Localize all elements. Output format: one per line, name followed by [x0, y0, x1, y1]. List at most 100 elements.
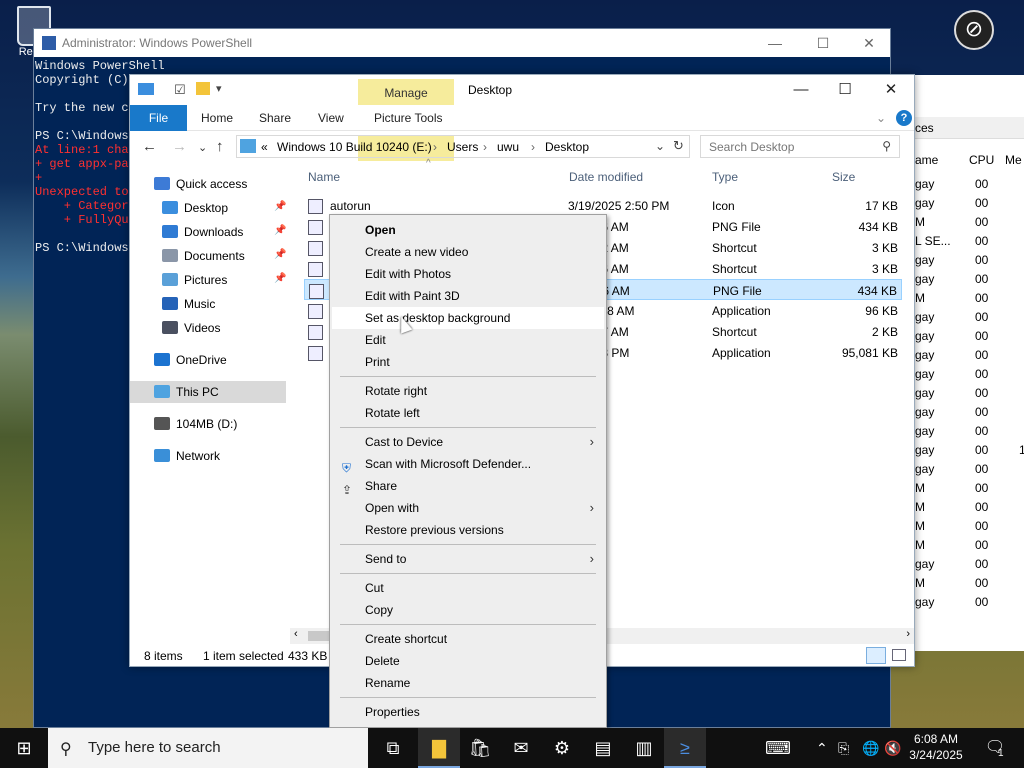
address-bar[interactable]: « Windows 10 Build 10240 (E:) › Users › … [236, 135, 690, 158]
sidebar-item-network[interactable]: Network [154, 445, 220, 467]
scroll-right-icon[interactable]: › [906, 628, 910, 640]
search-input[interactable]: Search Desktop [709, 140, 794, 154]
sidebar-item-onedrive[interactable]: OneDrive [154, 349, 227, 371]
scroll-left-icon[interactable]: ‹ [294, 628, 298, 640]
computer-app-icon[interactable]: ▥ [623, 728, 665, 768]
forward-icon[interactable]: → [172, 138, 187, 155]
action-center-icon[interactable]: 🗨 [974, 728, 1016, 768]
process-row[interactable]: M 00 [913, 213, 1024, 232]
up-icon[interactable]: ↑ [216, 138, 224, 155]
menu-item-edit-with-photos[interactable]: Edit with Photos [332, 263, 604, 285]
menu-item-delete[interactable]: Delete [332, 650, 604, 672]
menu-item-rotate-left[interactable]: Rotate left [332, 402, 604, 424]
process-row[interactable]: gay 00 [913, 175, 1024, 194]
address-dropdown-icon[interactable]: ⌄ [655, 139, 665, 153]
menu-item-edit[interactable]: Edit [332, 329, 604, 351]
menu-item-open-with[interactable]: Open with › [332, 497, 604, 519]
sidebar-item-videos[interactable]: Videos [162, 317, 220, 339]
powershell-taskbar-icon[interactable]: ≥ [664, 728, 706, 768]
network-app-icon[interactable]: ▤ [582, 728, 624, 768]
properties-icon[interactable]: ☑ [174, 82, 186, 98]
help-icon[interactable]: ? [896, 110, 912, 126]
process-row[interactable]: gay 00 [913, 593, 1024, 612]
powershell-titlebar[interactable]: Administrator: Windows PowerShell — ☐ ✕ [34, 29, 890, 57]
process-row[interactable]: M 00 [913, 289, 1024, 308]
task-manager-window[interactable]: ces ame CPU Me gay 00 gay 00 M 00 L SE... 00 gay… [912, 75, 1024, 651]
process-row[interactable]: gay 00 [913, 365, 1024, 384]
pin-icon[interactable]: 📌 [274, 225, 286, 236]
menu-item-create-shortcut[interactable]: Create shortcut [332, 628, 604, 650]
menu-item-share[interactable]: ⇪ Share [332, 475, 604, 497]
pin-icon[interactable]: 📌 [274, 273, 286, 284]
recent-locations-icon[interactable]: ⌄ [198, 141, 207, 154]
minimize-button[interactable]: — [752, 29, 798, 57]
process-row[interactable]: gay 00 [913, 403, 1024, 422]
process-row[interactable]: gay 00 1 [913, 441, 1024, 460]
sidebar-item-pictures[interactable]: Pictures [162, 269, 227, 291]
menu-item-rotate-right[interactable]: Rotate right [332, 380, 604, 402]
process-row[interactable]: M 00 [913, 479, 1024, 498]
tab-file[interactable]: File [130, 105, 187, 131]
breadcrumb-drive[interactable]: Windows 10 Build 10240 (E:) [277, 140, 432, 154]
process-row[interactable]: gay 00 [913, 422, 1024, 441]
taskbar-search[interactable]: ⚲ Type here to search [48, 728, 368, 768]
process-row[interactable]: gay 00 [913, 384, 1024, 403]
clock[interactable]: 6:08 AM 3/24/2025 [905, 731, 967, 763]
search-box[interactable]: Search Desktop ⚲ [700, 135, 900, 158]
sidebar-item-104mb-d[interactable]: 104MB (D:) [154, 413, 237, 435]
volume-icon[interactable]: 🔇 [884, 728, 901, 768]
address-overflow[interactable]: « [261, 140, 268, 154]
menu-item-print[interactable]: Print [332, 351, 604, 373]
pin-icon[interactable]: 📌 [274, 249, 286, 260]
process-row[interactable]: gay 00 [913, 555, 1024, 574]
details-view-icon[interactable] [866, 647, 886, 664]
process-row[interactable]: gay 00 [913, 308, 1024, 327]
refresh-icon[interactable]: ↻ [673, 138, 684, 154]
process-row[interactable]: M 00 [913, 536, 1024, 555]
process-row[interactable]: M 00 [913, 517, 1024, 536]
close-button[interactable]: ✕ [868, 75, 914, 105]
device-icon[interactable]: ⎘ [838, 728, 849, 768]
quick-access-dropdown-icon[interactable]: ▾ [216, 82, 222, 95]
sidebar-item-this-pc[interactable]: This PC [130, 381, 286, 403]
taskbar-search-input[interactable]: Type here to search [88, 739, 221, 756]
file-row[interactable]: autorun 3/19/2025 2:50 PM Icon 17 KB [304, 195, 902, 216]
keyboard-icon[interactable]: ⌨ [757, 728, 799, 768]
sidebar-item-quick-access[interactable]: Quick access [154, 173, 247, 195]
breadcrumb-separator[interactable]: › [433, 140, 437, 154]
sidebar-item-documents[interactable]: Documents [162, 245, 245, 267]
process-row[interactable]: L SE... 00 [913, 232, 1024, 251]
breadcrumb-separator[interactable]: › [531, 140, 535, 154]
menu-item-properties[interactable]: Properties [332, 701, 604, 723]
column-name[interactable]: Name [308, 170, 340, 184]
pin-icon[interactable]: 📌 [274, 201, 286, 212]
menu-item-restore-previous-versions[interactable]: Restore previous versions [332, 519, 604, 541]
menu-item-rename[interactable]: Rename [332, 672, 604, 694]
column-memory[interactable]: Me [1005, 153, 1022, 167]
process-row[interactable]: gay 00 [913, 327, 1024, 346]
close-button[interactable]: ✕ [846, 29, 892, 57]
task-view-icon[interactable]: ⧉ [372, 728, 414, 768]
start-button[interactable]: ⊞ [0, 728, 48, 768]
screen-capture-icon[interactable]: ⊘ [954, 10, 994, 50]
settings-gear-icon[interactable]: ⚙ [541, 728, 583, 768]
breadcrumb-separator[interactable]: › [483, 140, 487, 154]
process-row[interactable]: gay 00 [913, 346, 1024, 365]
show-hidden-icons-icon[interactable]: ⌃ [816, 728, 828, 768]
file-explorer-taskbar-icon[interactable]: ▇ [418, 728, 460, 768]
menu-item-scan-with-microsoft-defender[interactable]: ⛨ Scan with Microsoft Defender... [332, 453, 604, 475]
tab-picture-tools[interactable]: Picture Tools [374, 105, 442, 131]
store-icon[interactable]: 🛍 [459, 728, 501, 768]
column-cpu[interactable]: CPU [969, 153, 994, 167]
menu-item-copy[interactable]: Copy [332, 599, 604, 621]
expand-ribbon-icon[interactable]: ⌄ [876, 105, 886, 131]
process-row[interactable]: gay 00 [913, 270, 1024, 289]
column-type[interactable]: Type [712, 170, 738, 184]
large-icons-view-icon[interactable] [892, 649, 906, 661]
column-name[interactable]: ame [915, 153, 938, 167]
process-row[interactable]: gay 00 [913, 251, 1024, 270]
tab-view[interactable]: View [318, 105, 344, 131]
column-size[interactable]: Size [832, 170, 855, 184]
column-date-modified[interactable]: Date modified [569, 170, 643, 184]
menu-item-set-as-desktop-background[interactable]: Set as desktop background [332, 307, 604, 329]
